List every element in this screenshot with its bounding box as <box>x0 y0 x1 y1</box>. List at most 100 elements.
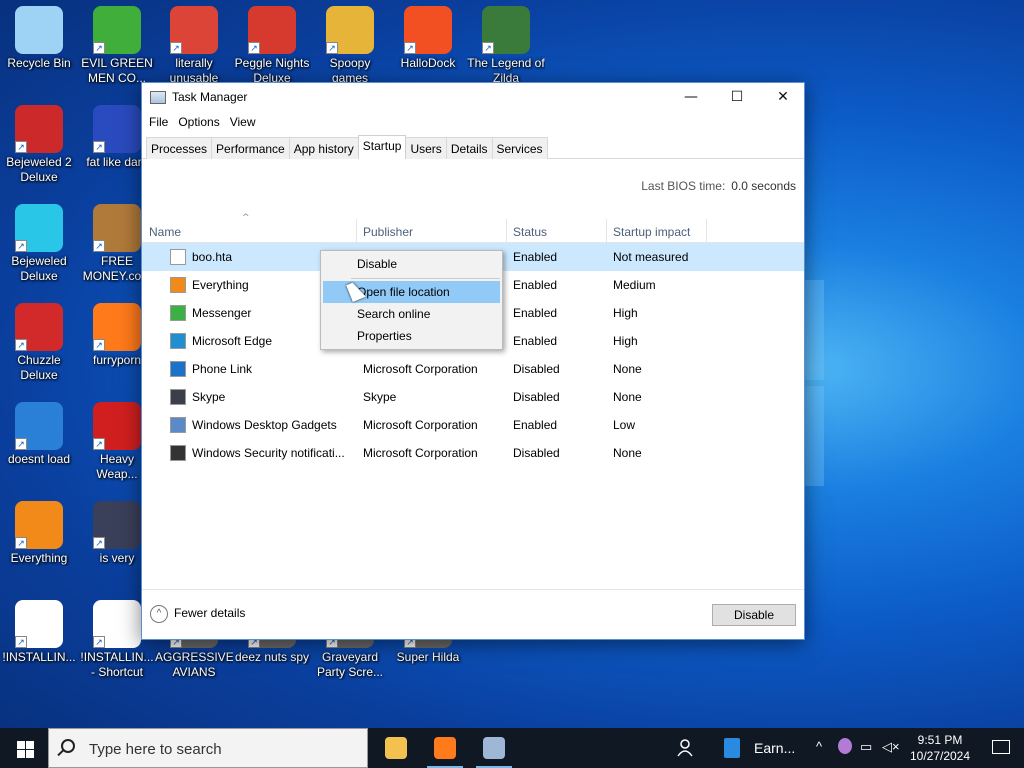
table-row[interactable]: Phone Link Microsoft Corporation Disabled N… <box>142 355 804 383</box>
desktop-icon[interactable]: ↗ Peggle Nights Deluxe <box>233 6 311 86</box>
cell-startup-impact: None <box>613 446 642 460</box>
column-separator[interactable] <box>506 219 507 243</box>
phone-link-icon <box>170 361 186 377</box>
desktop-icon-label: Chuzzle Deluxe <box>17 353 61 382</box>
taskbar-pinned-app[interactable] <box>470 728 518 768</box>
cell-startup-impact: High <box>613 306 638 320</box>
volume-muted-icon[interactable]: ◁× <box>882 739 900 755</box>
desktop-icon-label: HalloDock <box>400 56 456 70</box>
notification-center-button[interactable] <box>980 728 1024 768</box>
minimize-button[interactable]: — <box>668 83 714 111</box>
taskbar-search-box[interactable]: Type here to search <box>48 728 368 768</box>
shortcut-arrow-icon: ↗ <box>93 42 105 54</box>
desktop-icon[interactable]: Recycle Bin <box>0 6 78 71</box>
cell-status: Enabled <box>513 250 558 264</box>
column-separator[interactable] <box>706 219 707 243</box>
cell-startup-impact: Low <box>613 418 636 432</box>
chuzzle-icon: ↗ <box>15 303 63 351</box>
folder-icon: ↗ <box>326 6 374 54</box>
column-separator[interactable] <box>356 219 357 243</box>
column-name[interactable]: Name <box>149 225 181 239</box>
cell-publisher: Skype <box>363 390 397 404</box>
desktop-icon[interactable]: ↗ !INSTALLIN... <box>0 600 78 665</box>
taskbar-pinned-app[interactable] <box>372 728 420 768</box>
people-icon[interactable] <box>670 728 700 768</box>
tab-processes[interactable]: Processes <box>146 137 213 159</box>
mpl-shield-icon: ↗ <box>93 501 141 549</box>
menu-item-properties[interactable]: Properties <box>323 325 500 347</box>
taskbar-pinned-app[interactable] <box>421 728 469 768</box>
cell-app-name: Windows Desktop Gadgets <box>192 418 337 432</box>
desktop-icon[interactable]: ↗ Bejeweled Deluxe <box>0 204 78 284</box>
tab-startup[interactable]: Startup <box>357 135 407 159</box>
clock-date: 10/27/2024 <box>909 749 971 763</box>
tab-users[interactable]: Users <box>405 137 447 159</box>
column-separator[interactable] <box>606 219 607 243</box>
column-startup-impact[interactable]: Startup impact <box>613 225 690 239</box>
cell-publisher: Microsoft Corporation <box>363 418 478 432</box>
desktop-icon[interactable]: ↗ literally unusable <box>155 6 233 86</box>
desktop-icon[interactable]: ↗ EVIL GREEN MEN CO... <box>78 6 156 86</box>
menu-item-disable[interactable]: Disable <box>323 253 500 275</box>
shortcut-arrow-icon: ↗ <box>15 240 27 252</box>
chevron-up-icon[interactable]: ^ <box>816 739 822 754</box>
menu-view[interactable]: View <box>230 111 264 133</box>
table-row[interactable]: Skype Skype Disabled None <box>142 383 804 411</box>
taskbar-app-label: Earn... <box>754 740 796 756</box>
tab-details[interactable]: Details <box>445 137 493 159</box>
cell-app-name: Phone Link <box>192 362 253 376</box>
fewer-details-button[interactable]: ^ Fewer details <box>150 605 245 623</box>
table-row[interactable]: Windows Security notificati... Microsoft … <box>142 439 804 467</box>
table-row[interactable]: Windows Desktop Gadgets Microsoft Corpora… <box>142 411 804 439</box>
bejeweled-2-icon: ↗ <box>15 105 63 153</box>
start-button[interactable] <box>0 728 48 768</box>
taskbar-app-earn[interactable]: Earn... <box>716 728 806 768</box>
close-button[interactable]: ✕ <box>760 83 806 111</box>
desktop-icon[interactable]: ↗ Spoopy games <box>311 6 389 86</box>
network-icon[interactable]: ▭ <box>860 739 872 755</box>
menu-separator <box>351 278 500 279</box>
shortcut-arrow-icon: ↗ <box>15 537 27 549</box>
windows-logo-icon <box>17 741 25 749</box>
desktop-icon[interactable]: ↗ Chuzzle Deluxe <box>0 303 78 383</box>
tab-performance[interactable]: Performance <box>211 137 290 159</box>
desktop-icon[interactable]: ↗ Bejeweled 2 Deluxe <box>0 105 78 185</box>
desktop-icon-label: doesnt load <box>7 452 71 466</box>
disable-button[interactable]: Disable <box>712 604 796 626</box>
search-icon <box>61 739 75 753</box>
tab-app-history[interactable]: App history <box>288 137 359 159</box>
column-publisher[interactable]: Publisher <box>363 225 413 239</box>
bios-value: 0.0 seconds <box>731 179 796 193</box>
tray-app-icon[interactable] <box>838 738 852 754</box>
desktop-icon[interactable]: ↗ The Legend of Zilda <box>467 6 545 86</box>
clock[interactable]: 9:51 PM 10/27/2024 <box>904 732 976 764</box>
tab-strip: Processes Performance App history Startu… <box>146 135 548 159</box>
taskbar: Type here to search Earn... ^ ▭ ◁× 9:51 … <box>0 728 1024 768</box>
menu-item-search-online[interactable]: Search online <box>323 303 500 325</box>
people-icon-svg <box>677 739 693 757</box>
desktop-icon[interactable]: ↗ HalloDock <box>389 6 467 71</box>
tab-services[interactable]: Services <box>491 137 548 159</box>
window-title: Task Manager <box>172 90 248 104</box>
column-status[interactable]: Status <box>513 225 547 239</box>
menu-options[interactable]: Options <box>178 111 227 133</box>
title-bar[interactable]: Task Manager — ☐ ✕ <box>142 83 804 111</box>
desktop-icon[interactable]: ↗ doesnt load <box>0 402 78 467</box>
shortcut-arrow-icon: ↗ <box>15 141 27 153</box>
last-bios-time: Last BIOS time: 0.0 seconds <box>641 179 796 193</box>
desktop-icon-label: Recycle Bin <box>7 56 71 70</box>
window-footer: ^ Fewer details Disable <box>142 589 804 639</box>
skype-icon <box>170 389 186 405</box>
task-manager-window[interactable]: Task Manager — ☐ ✕ File Options View Pro… <box>141 82 805 640</box>
desktop-icon-label: Bejeweled Deluxe <box>11 254 67 283</box>
menu-file[interactable]: File <box>149 111 176 133</box>
document-icon <box>724 738 740 758</box>
cell-startup-impact: Not measured <box>613 250 689 264</box>
mpl-icon: ↗ <box>93 105 141 153</box>
shield-icon <box>170 445 186 461</box>
desktop-icon-label: Everything <box>10 551 68 565</box>
windows-logo-icon <box>26 741 34 749</box>
money-bag-icon: ↗ <box>93 204 141 252</box>
maximize-button[interactable]: ☐ <box>714 83 760 111</box>
desktop-icon[interactable]: ↗ Everything <box>0 501 78 566</box>
